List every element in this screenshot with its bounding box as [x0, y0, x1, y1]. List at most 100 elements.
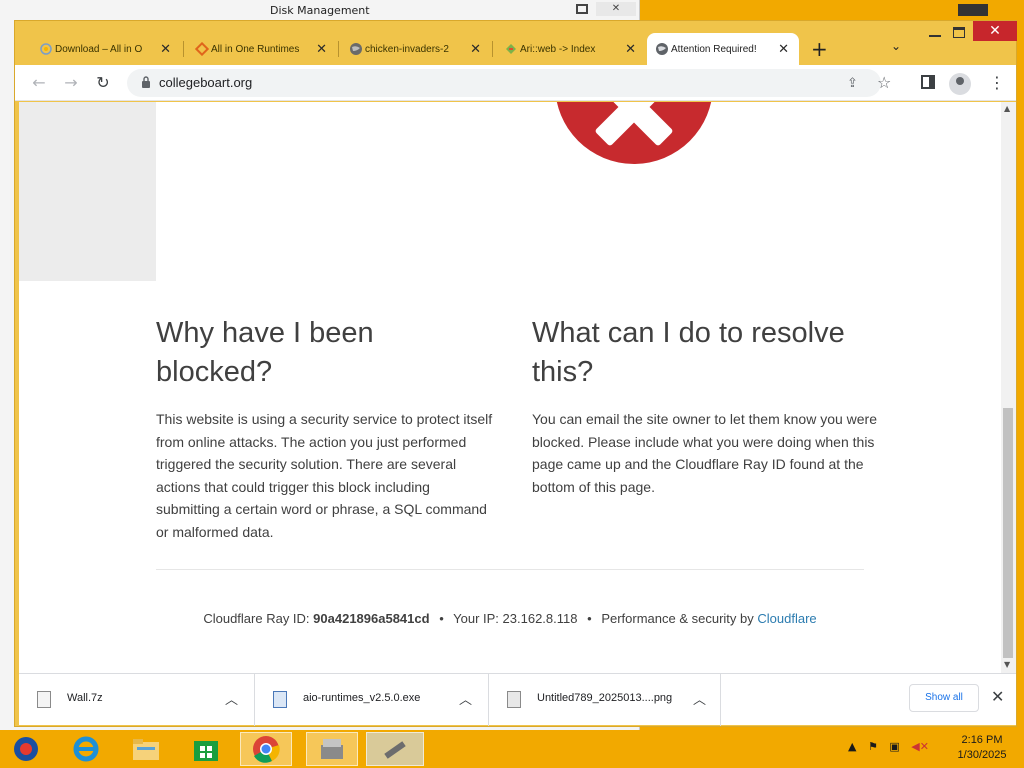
background-window-close-button[interactable]: ✕ [596, 2, 636, 16]
chevron-up-icon[interactable]: ︿ [459, 689, 472, 708]
why-blocked-section: Why have I been blocked? This website is… [156, 314, 496, 543]
ip-label: Your IP: [453, 611, 499, 626]
installer-box-icon [321, 739, 343, 759]
maximize-button[interactable] [953, 27, 965, 38]
chevron-up-icon[interactable]: ︿ [693, 689, 706, 708]
clock-date: 1/30/2025 [957, 749, 1007, 761]
media-player-button[interactable] [0, 732, 52, 766]
show-hidden-icons-icon[interactable]: ▲ [848, 740, 856, 753]
profile-avatar[interactable] [949, 73, 971, 95]
download-page-favicon-icon [39, 42, 53, 56]
runtimes-favicon-icon [195, 42, 209, 56]
clock-time: 2:16 PM [961, 734, 1003, 746]
tab-label: chicken-invaders-2 [365, 43, 449, 55]
tab-chicken-invaders[interactable]: chicken-invaders-2 ✕ [341, 33, 491, 65]
new-tab-button[interactable]: + [811, 37, 828, 61]
store-icon [194, 741, 218, 761]
tab-strip: Download – All in O ✕ All in One Runtime… [15, 21, 1017, 65]
downloads-bar: Wall.7z ︿ aio-runtimes_v2.5.0.exe ︿ Unti… [19, 673, 1016, 726]
address-bar[interactable]: collegeboart.org ⇪ ☆ [127, 69, 891, 97]
more-menu-icon[interactable]: ⋮ [989, 73, 1005, 92]
close-downloads-icon[interactable]: ✕ [991, 687, 1004, 706]
bookmark-star-icon[interactable]: ☆ [877, 73, 891, 92]
bullet: • [587, 611, 592, 626]
tab-separator [338, 41, 339, 57]
chrome-button[interactable] [240, 732, 292, 766]
download-item-aio-runtimes[interactable]: aio-runtimes_v2.5.0.exe ︿ [255, 674, 489, 726]
download-filename: Wall.7z [67, 692, 103, 704]
browser-toolbar: ← → ↻ collegeboart.org ⇪ ☆ ⋮ [15, 65, 1016, 101]
folder-icon [133, 739, 159, 760]
download-item-wall[interactable]: Wall.7z ︿ [19, 674, 255, 726]
flag-icon[interactable]: ⚑ [868, 740, 878, 753]
tool-taskbar-button[interactable] [366, 732, 424, 766]
tab-label: Ari::web -> Index [520, 43, 596, 55]
divider [156, 569, 864, 570]
ray-id-label: Cloudflare Ray ID: [203, 611, 310, 626]
tab-search-chevron-down-icon[interactable]: ⌄ [891, 39, 901, 53]
lock-icon[interactable] [141, 76, 151, 88]
clock[interactable]: 2:16 PM 1/30/2025 [952, 733, 1012, 763]
gray-placeholder-block [19, 102, 156, 281]
why-blocked-heading: Why have I been blocked? [156, 317, 374, 388]
tab-label: Attention Required! [671, 43, 757, 55]
network-icon[interactable]: ▣ [889, 740, 899, 753]
tab-close-icon[interactable]: ✕ [778, 41, 789, 57]
tab-separator [183, 41, 184, 57]
chevron-up-icon[interactable]: ︿ [225, 689, 238, 708]
page-content: Why have I been blocked? This website is… [19, 102, 1001, 673]
back-arrow-icon[interactable]: ← [29, 73, 49, 93]
scroll-down-arrow-icon[interactable]: ▼ [1004, 660, 1010, 669]
download-item-untitled-png[interactable]: Untitled789_2025013....png ︿ [489, 674, 721, 726]
resolve-section: What can I do to resolve this? You can e… [532, 314, 877, 498]
tab-ari-web-index[interactable]: Ari::web -> Index ✕ [496, 33, 646, 65]
internet-explorer-button[interactable] [60, 732, 112, 766]
store-button[interactable] [180, 732, 232, 766]
resolve-heading: What can I do to resolve this? [532, 317, 845, 388]
tab-close-icon[interactable]: ✕ [316, 41, 327, 57]
forward-arrow-icon[interactable]: → [61, 73, 81, 93]
browser-window: Download – All in O ✕ All in One Runtime… [14, 20, 1017, 727]
image-file-icon [507, 691, 521, 708]
close-window-button[interactable]: ✕ [973, 21, 1017, 41]
tab-close-icon[interactable]: ✕ [625, 41, 636, 57]
side-panel-icon[interactable] [921, 75, 935, 89]
why-blocked-text: This website is using a security service… [156, 411, 493, 540]
show-all-button[interactable]: Show all [909, 684, 979, 712]
file-explorer-button[interactable] [120, 732, 172, 766]
cloudflare-footer: Cloudflare Ray ID: 90a421896a5841cd • Yo… [19, 611, 1001, 626]
tab-label: Download – All in O [55, 43, 143, 55]
tab-download-all-in-one[interactable]: Download – All in O ✕ [31, 33, 181, 65]
minimize-button[interactable] [929, 35, 941, 37]
url-text[interactable]: collegeboart.org [159, 75, 252, 90]
download-filename: aio-runtimes_v2.5.0.exe [303, 692, 421, 704]
tab-all-in-one-runtimes[interactable]: All in One Runtimes ✕ [187, 33, 337, 65]
background-window-title: Disk Management [270, 4, 370, 17]
scroll-thumb[interactable] [1003, 408, 1013, 658]
error-x-icon [555, 102, 713, 164]
ari-web-favicon-icon [504, 42, 518, 56]
reload-icon[interactable]: ↻ [93, 73, 113, 93]
bullet: • [439, 611, 444, 626]
internet-explorer-icon [73, 736, 99, 762]
tool-icon [384, 741, 406, 759]
tab-separator [492, 41, 493, 57]
background-window-titlebar [958, 4, 988, 16]
globe-icon [655, 42, 669, 56]
background-window-minimize-button[interactable] [576, 4, 588, 14]
vertical-scrollbar[interactable]: ▲ ▼ [1001, 102, 1016, 673]
tab-label: All in One Runtimes [211, 43, 300, 55]
tab-close-icon[interactable]: ✕ [160, 41, 171, 57]
tab-attention-required[interactable]: Attention Required! ✕ [647, 33, 799, 65]
system-tray: ▲ ⚑ ▣ ◀✕ [848, 740, 929, 753]
installer-taskbar-button[interactable] [306, 732, 358, 766]
cloudflare-link[interactable]: Cloudflare [757, 611, 816, 626]
tab-close-icon[interactable]: ✕ [470, 41, 481, 57]
volume-muted-icon[interactable]: ◀✕ [911, 740, 929, 753]
chrome-icon [253, 736, 280, 763]
ray-id-value: 90a421896a5841cd [313, 611, 430, 626]
media-player-icon [14, 737, 38, 761]
scroll-up-arrow-icon[interactable]: ▲ [1004, 104, 1010, 113]
installer-icon [273, 691, 287, 708]
share-icon[interactable]: ⇪ [847, 76, 858, 91]
